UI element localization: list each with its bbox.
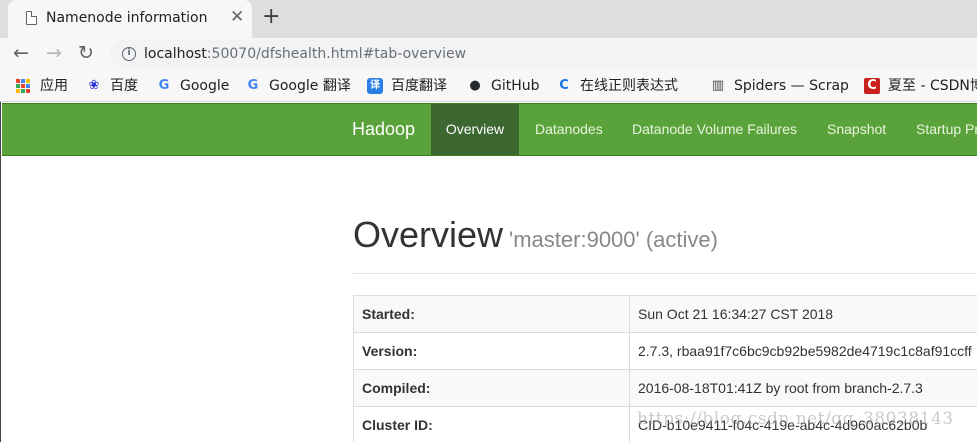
- hadoop-navbar: Hadoop Overview Datanodes Datanode Volum…: [2, 103, 977, 156]
- google-g-icon: G: [158, 78, 170, 93]
- url-text[interactable]: localhost:50070/dfshealth.html#tab-overv…: [144, 46, 466, 62]
- page-title: Overview'master:9000' (active): [353, 214, 718, 256]
- bookmark-label: 百度: [110, 78, 138, 94]
- url-path: :50070/dfshealth.html#tab-overview: [206, 46, 467, 62]
- nav-tab-startup-progress[interactable]: Startup Progress: [916, 104, 977, 155]
- bookmark-label: 在线正则表达式: [580, 78, 678, 94]
- google-translate-icon: G: [247, 78, 259, 93]
- forward-arrow-icon[interactable]: →: [46, 42, 62, 64]
- tab-title: Namenode information: [46, 10, 208, 26]
- bookmark-label: Spiders — Scrapy: [734, 78, 848, 94]
- document-icon: [26, 10, 38, 25]
- browser-toolbar: ← → ↻ i localhost:50070/dfshealth.html#t…: [0, 38, 977, 70]
- github-icon: ●: [469, 78, 481, 93]
- browser-tab-strip: Namenode information ✕ +: [0, 0, 977, 38]
- nav-tab-snapshot[interactable]: Snapshot: [827, 104, 886, 155]
- address-bar[interactable]: i localhost:50070/dfshealth.html#tab-ove…: [110, 40, 977, 68]
- baidu-translate-icon: 译: [367, 78, 383, 94]
- row-key: Cluster ID:: [353, 406, 630, 442]
- bookmark-label: Google: [180, 78, 230, 94]
- heading-divider: [353, 273, 977, 274]
- table-row: Version: 2.7.3, rbaa91f7c6bc9cb92be5982d…: [353, 332, 977, 370]
- baidu-paw-icon: ❀: [88, 78, 100, 93]
- csdn-icon: C: [864, 78, 880, 94]
- bookmarks-bar: 应用 ❀ 百度 G Google G Google 翻译 译 百度翻译 ● Gi…: [0, 70, 977, 102]
- page-viewport: Hadoop Overview Datanodes Datanode Volum…: [0, 102, 977, 442]
- browser-tab-namenode[interactable]: Namenode information ✕: [8, 0, 252, 38]
- table-row: Compiled: 2016-08-18T01:41Z by root from…: [353, 369, 977, 407]
- row-key: Version:: [353, 332, 630, 370]
- url-host: localhost: [144, 46, 207, 62]
- close-tab-icon[interactable]: ✕: [230, 7, 244, 27]
- hadoop-brand-link[interactable]: Hadoop: [352, 119, 415, 140]
- row-value: Sun Oct 21 16:34:27 CST 2018: [629, 295, 977, 333]
- overview-heading: Overview: [353, 214, 504, 255]
- scrapy-doc-icon: ▥: [711, 78, 725, 93]
- apps-grid-icon: [16, 79, 30, 93]
- regex-tool-icon: C: [559, 78, 569, 93]
- row-key: Started:: [353, 295, 630, 333]
- row-value: 2.7.3, rbaa91f7c6bc9cb92be5982de4719c1c8…: [629, 332, 977, 370]
- reload-icon[interactable]: ↻: [78, 42, 94, 64]
- nav-tab-datanodes[interactable]: Datanodes: [535, 104, 603, 155]
- bookmark-scrapy[interactable]: ▥ Spiders — Scrapy: [710, 77, 848, 95]
- namenode-address: 'master:9000' (active): [509, 227, 718, 252]
- new-tab-button[interactable]: +: [262, 5, 280, 29]
- bookmark-csdn[interactable]: C 夏至 - CSDN博: [864, 77, 977, 95]
- bookmark-label: 夏至 - CSDN博: [888, 78, 977, 94]
- nav-tab-datanode-volume-failures[interactable]: Datanode Volume Failures: [632, 104, 797, 155]
- bookmark-label: 百度翻译: [391, 78, 447, 94]
- bookmark-label: Google 翻译: [269, 78, 351, 94]
- bookmark-label: 应用: [40, 78, 68, 94]
- table-row: Started: Sun Oct 21 16:34:27 CST 2018: [353, 295, 977, 333]
- row-value: 2016-08-18T01:41Z by root from branch-2.…: [629, 369, 977, 407]
- row-key: Compiled:: [353, 369, 630, 407]
- nav-tab-overview[interactable]: Overview: [431, 104, 519, 155]
- bookmark-regex[interactable]: C 在线正则表达式: [556, 77, 696, 95]
- blog-watermark: https://blog.csdn.net/qq_38038143: [637, 409, 954, 429]
- back-arrow-icon[interactable]: ←: [13, 42, 29, 64]
- site-info-icon[interactable]: i: [122, 47, 136, 61]
- bookmark-label: GitHub: [491, 78, 540, 94]
